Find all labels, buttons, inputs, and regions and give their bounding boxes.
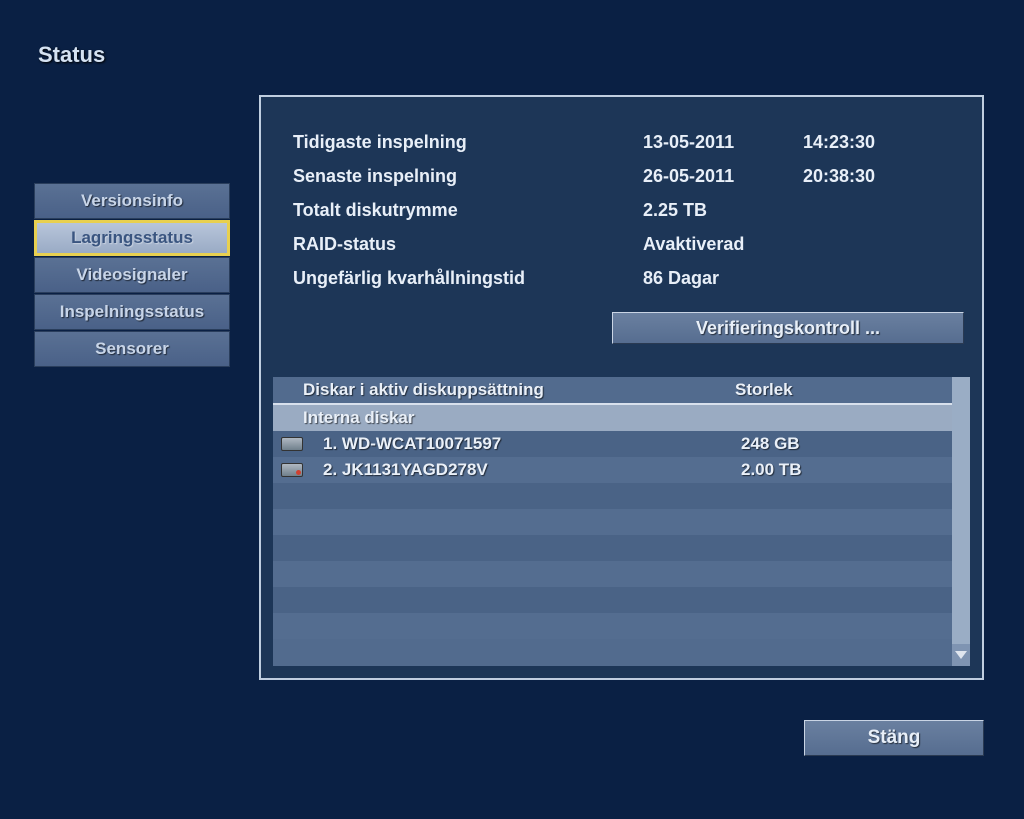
disk-table: Diskar i aktiv diskuppsättning Storlek I… (273, 377, 952, 666)
raid-value: Avaktiverad (643, 234, 803, 255)
disk-section-internal: Interna diskar (273, 405, 952, 431)
main-panel: Tidigaste inspelning 13-05-2011 14:23:30… (259, 95, 984, 680)
disk-icon (281, 437, 303, 451)
disk-scrollbar[interactable] (952, 377, 970, 666)
latest-date: 26-05-2011 (643, 166, 803, 187)
disk-empty-row (273, 509, 952, 535)
earliest-date: 13-05-2011 (643, 132, 803, 153)
info-row-raid: RAID-status Avaktiverad (293, 227, 950, 261)
sidebar-item-lagringsstatus[interactable]: Lagringsstatus (34, 220, 230, 256)
disk-empty-row (273, 483, 952, 509)
retention-value: 86 Dagar (643, 268, 803, 289)
disk-name: 2. JK1131YAGD278V (323, 460, 741, 480)
latest-time: 20:38:30 (803, 166, 875, 187)
scroll-down-icon[interactable] (952, 644, 970, 666)
disk-name: 1. WD-WCAT10071597 (323, 434, 741, 454)
disk-row[interactable]: 2. JK1131YAGD278V 2.00 TB (273, 457, 952, 483)
col-header-name: Diskar i aktiv diskuppsättning (303, 380, 735, 400)
info-row-retention: Ungefärlig kvarhållningstid 86 Dagar (293, 261, 950, 295)
disk-table-header: Diskar i aktiv diskuppsättning Storlek (273, 377, 952, 405)
sidebar-item-inspelningsstatus[interactable]: Inspelningsstatus (34, 294, 230, 330)
disk-size: 248 GB (741, 434, 952, 454)
disk-icon (281, 463, 303, 477)
col-header-size: Storlek (735, 380, 952, 400)
sidebar-item-videosignaler[interactable]: Videosignaler (34, 257, 230, 293)
disk-size: 2.00 TB (741, 460, 952, 480)
retention-label: Ungefärlig kvarhållningstid (293, 268, 643, 289)
disk-empty-row (273, 587, 952, 613)
disk-empty-row (273, 613, 952, 639)
info-row-earliest: Tidigaste inspelning 13-05-2011 14:23:30 (293, 125, 950, 159)
verify-button[interactable]: Verifieringskontroll ... (612, 312, 964, 344)
disk-table-area: Diskar i aktiv diskuppsättning Storlek I… (273, 377, 970, 666)
close-button[interactable]: Stäng (804, 720, 984, 756)
sidebar-item-sensorer[interactable]: Sensorer (34, 331, 230, 367)
info-section: Tidigaste inspelning 13-05-2011 14:23:30… (261, 97, 982, 303)
disk-row[interactable]: 1. WD-WCAT10071597 248 GB (273, 431, 952, 457)
total-label: Totalt diskutrymme (293, 200, 643, 221)
info-row-total: Totalt diskutrymme 2.25 TB (293, 193, 950, 227)
total-value: 2.25 TB (643, 200, 803, 221)
latest-label: Senaste inspelning (293, 166, 643, 187)
page-title: Status (38, 42, 105, 68)
raid-label: RAID-status (293, 234, 643, 255)
earliest-time: 14:23:30 (803, 132, 875, 153)
disk-empty-row (273, 535, 952, 561)
sidebar: Versionsinfo Lagringsstatus Videosignale… (34, 183, 230, 368)
disk-empty-row (273, 561, 952, 587)
info-row-latest: Senaste inspelning 26-05-2011 20:38:30 (293, 159, 950, 193)
sidebar-item-versionsinfo[interactable]: Versionsinfo (34, 183, 230, 219)
earliest-label: Tidigaste inspelning (293, 132, 643, 153)
